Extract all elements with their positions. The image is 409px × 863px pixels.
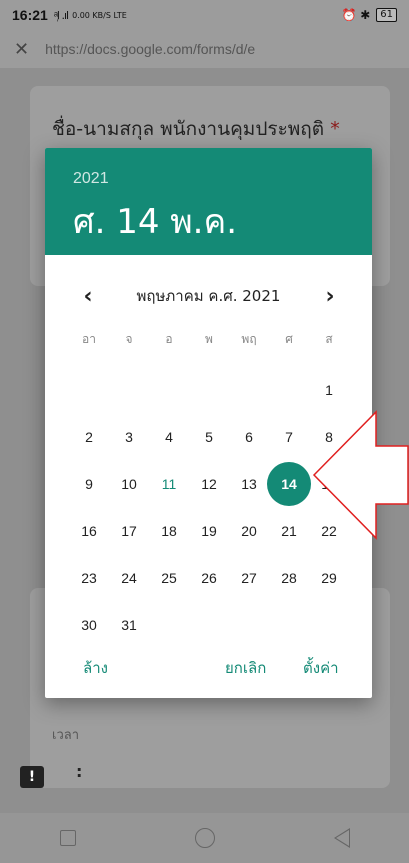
status-time: 16:21 [12,7,48,23]
day-13[interactable]: 13 [229,464,269,504]
day-19[interactable]: 19 [189,511,229,551]
day-30[interactable]: 30 [69,605,109,645]
month-navigation: ‹ พฤษภาคม ค.ศ. 2021 › [45,278,372,314]
day-1[interactable]: 1 [309,370,349,410]
battery-icon: 61 [376,8,397,22]
weekday-header: อา จ อ พ พฤ ศ ส [69,330,349,349]
back-icon[interactable] [333,828,350,848]
question-title: ชื่อ-นามสกุล พนักงานคุมประพฤติ * [52,114,340,144]
set-button[interactable]: ตั้งค่า [303,656,339,680]
day-27[interactable]: 27 [229,558,269,598]
day-31[interactable]: 31 [109,605,149,645]
day-7[interactable]: 7 [269,417,309,457]
day-11[interactable]: 11 [149,464,189,504]
empty-day-cell [69,370,109,410]
url-text[interactable]: https://docs.google.com/forms/d/e [45,41,255,57]
close-icon[interactable]: ✕ [14,39,29,60]
time-separator[interactable]: : [76,762,82,781]
day-18[interactable]: 18 [149,511,189,551]
status-bar: 16:21 ᵃ᷊l .ıl 0.00 KB/S LTE ⏰ ✱ 61 [0,0,409,30]
day-21[interactable]: 21 [269,511,309,551]
day-6[interactable]: 6 [229,417,269,457]
signal-icon: ᵃ᷊l .ıl [53,8,69,22]
weekday-label: ศ [285,332,293,346]
system-nav-bar [0,813,409,863]
day-3[interactable]: 3 [109,417,149,457]
empty-day-cell [229,370,269,410]
empty-day-cell [109,370,149,410]
day-23[interactable]: 23 [69,558,109,598]
day-28[interactable]: 28 [269,558,309,598]
day-24[interactable]: 24 [109,558,149,598]
day-10[interactable]: 10 [109,464,149,504]
selected-date-label: ศ. 14 พ.ค. [73,202,238,242]
day-29[interactable]: 29 [309,558,349,598]
alarm-bluetooth-icon: ⏰ ✱ [341,8,371,22]
calendar-grid: 1234567891011121314151617181920212223242… [69,370,349,652]
next-month-icon[interactable]: › [315,284,345,309]
recents-icon[interactable] [59,830,76,846]
day-16[interactable]: 16 [69,511,109,551]
day-12[interactable]: 12 [189,464,229,504]
day-4[interactable]: 4 [149,417,189,457]
previous-month-icon[interactable]: ‹ [73,284,103,309]
weekday-label: อ [165,332,173,346]
empty-day-cell [149,370,189,410]
day-2[interactable]: 2 [69,417,109,457]
date-picker-header: 2021 ศ. 14 พ.ค. [45,148,372,255]
day-25[interactable]: 25 [149,558,189,598]
clear-button[interactable]: ล้าง [83,656,108,680]
weekday-label: พ [205,332,213,346]
weekday-label: ส [325,332,333,346]
day-5[interactable]: 5 [189,417,229,457]
annotation-arrow-icon [312,410,409,540]
cancel-button[interactable]: ยกเลิก [225,656,266,680]
day-14[interactable]: 14 [267,462,311,506]
time-label: เวลา [52,728,80,743]
feedback-icon[interactable]: ! [20,766,44,788]
browser-url-bar: ✕ https://docs.google.com/forms/d/e [0,30,409,68]
required-mark: * [330,118,340,140]
home-icon[interactable] [194,828,215,848]
question-text: ชื่อ-นามสกุล พนักงานคุมประพฤติ [52,118,325,140]
day-17[interactable]: 17 [109,511,149,551]
empty-day-cell [189,370,229,410]
year-label[interactable]: 2021 [73,170,372,188]
day-26[interactable]: 26 [189,558,229,598]
empty-day-cell [269,370,309,410]
day-9[interactable]: 9 [69,464,109,504]
weekday-label: อา [82,332,96,346]
weekday-label: จ [125,332,133,346]
weekday-label: พฤ [241,332,257,346]
day-20[interactable]: 20 [229,511,269,551]
network-speed: 0.00 KB/S LTE [72,10,127,20]
